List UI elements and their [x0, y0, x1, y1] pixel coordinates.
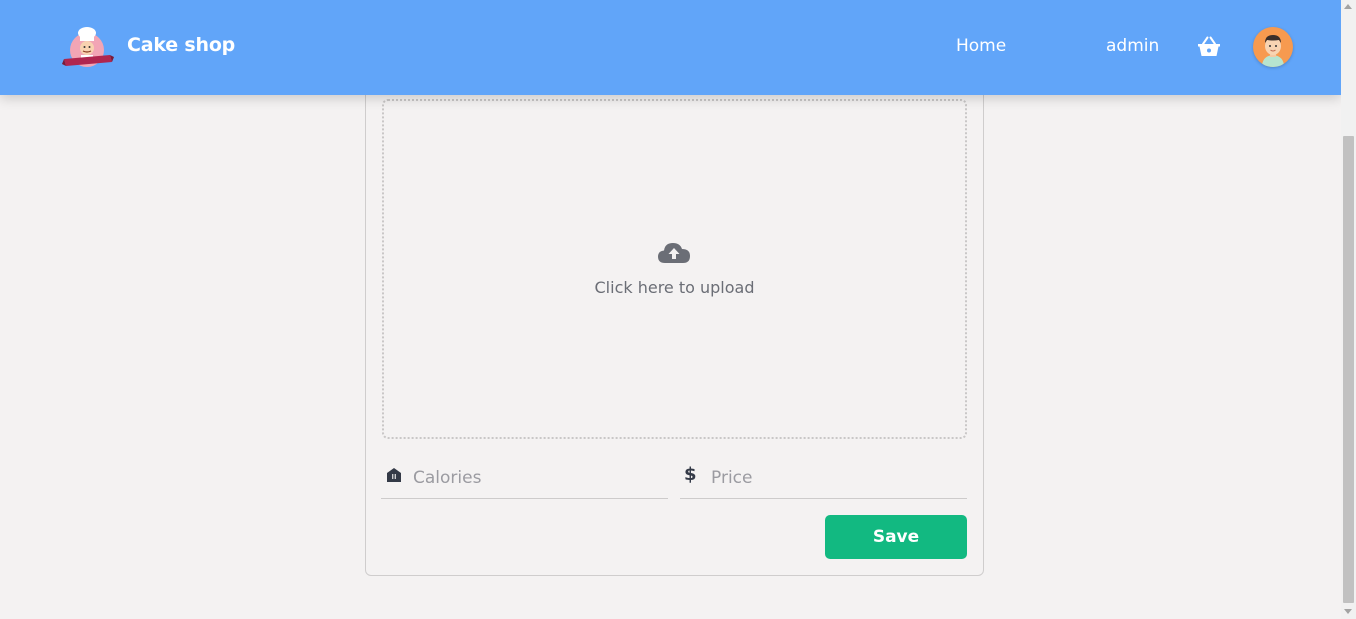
- calories-field: [381, 458, 668, 499]
- nav-home-link[interactable]: Home: [956, 36, 1006, 56]
- top-navbar: Cake shop Home admin: [0, 0, 1341, 95]
- calories-input[interactable]: [411, 464, 665, 492]
- dollar-icon: $: [684, 464, 697, 485]
- vertical-scrollbar[interactable]: [1341, 0, 1356, 619]
- chef-logo-icon[interactable]: [62, 26, 114, 70]
- scrollbar-thumb[interactable]: [1343, 136, 1354, 603]
- upload-instruction[interactable]: Click here to upload: [382, 278, 967, 297]
- price-field: $: [680, 458, 967, 499]
- save-button[interactable]: Save: [825, 515, 967, 559]
- image-upload-dropzone[interactable]: [382, 99, 967, 439]
- basket-icon[interactable]: [1197, 36, 1221, 58]
- scroll-down-arrow-icon[interactable]: [1344, 609, 1352, 614]
- brand-name[interactable]: Cake shop: [127, 34, 235, 56]
- building-icon: [387, 468, 401, 482]
- page: Cake shop Home admin Click here to uploa…: [0, 0, 1341, 619]
- nav-user-link[interactable]: admin: [1106, 36, 1159, 56]
- cloud-upload-icon[interactable]: [657, 241, 691, 265]
- scroll-up-arrow-icon[interactable]: [1344, 4, 1352, 9]
- user-avatar-icon[interactable]: [1253, 27, 1293, 67]
- price-input[interactable]: [709, 464, 963, 492]
